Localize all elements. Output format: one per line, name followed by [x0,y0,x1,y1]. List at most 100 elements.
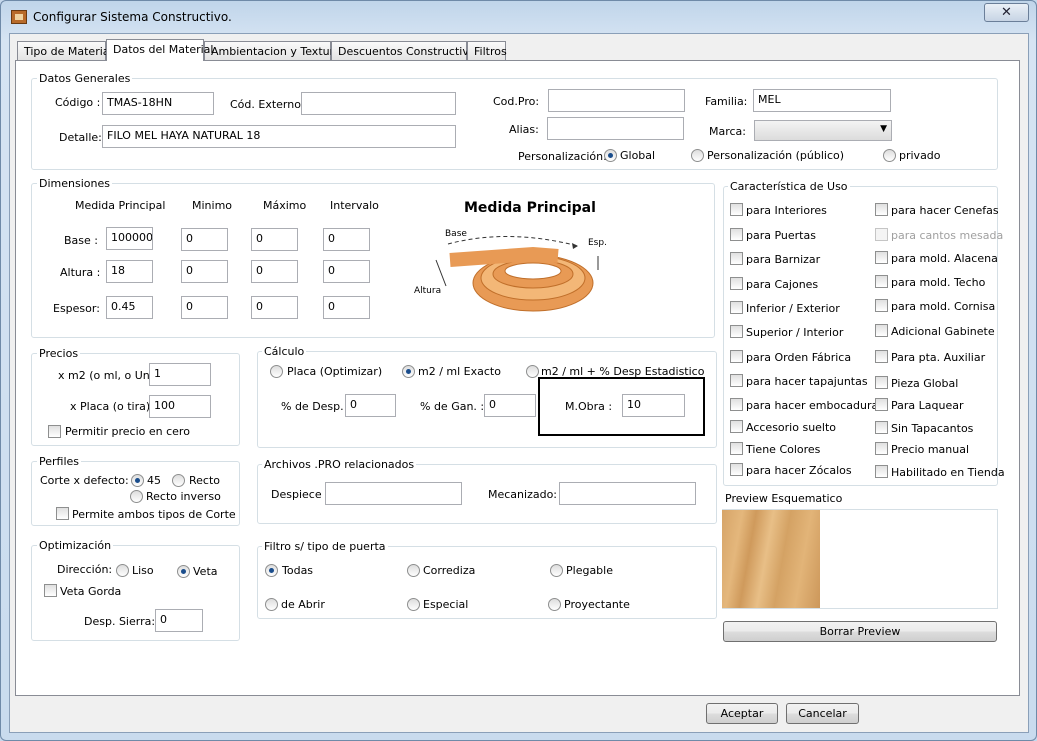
calculo-m2-exacto-radio[interactable] [402,365,415,378]
desp-label: % de Desp. : [281,400,351,413]
filtro-puerta-title: Filtro s/ tipo de puerta [262,540,388,553]
mecanizado-input[interactable] [559,482,696,505]
tab-descuentos[interactable]: Descuentos Constructivos [331,41,481,60]
puerta-corrediza-label: Corrediza [423,564,476,577]
uso-checkbox-right-0[interactable] [875,203,888,216]
corte-45-radio[interactable] [131,474,144,487]
espesor-label: Espesor: [53,302,100,315]
uso-label-left-8: para hacer embocaduras [746,399,884,412]
uso-label-left-4: Inferior / Exterior [746,302,840,315]
direccion-liso-radio[interactable] [116,564,129,577]
precio-placa-input[interactable]: 100 [149,395,211,418]
uso-checkbox-left-7[interactable] [730,374,743,387]
uso-checkbox-left-3[interactable] [730,277,743,290]
espesor-medida-input[interactable]: 0.45 [106,296,153,319]
uso-checkbox-right-10[interactable] [875,442,888,455]
puerta-especial-label: Especial [423,598,469,611]
espesor-maximo-input[interactable]: 0 [251,296,298,319]
altura-medida-input[interactable]: 18 [106,260,153,283]
pers-global-label: Global [620,149,656,162]
pers-publico-radio[interactable] [691,149,704,162]
direccion-veta-radio[interactable] [177,565,190,578]
calculo-placa-radio[interactable] [270,365,283,378]
corte-defecto-label: Corte x defecto: [40,474,129,487]
altura-minimo-input[interactable]: 0 [181,260,228,283]
uso-checkbox-left-8[interactable] [730,398,743,411]
base-maximo-input[interactable]: 0 [251,228,298,251]
uso-checkbox-right-5[interactable] [875,324,888,337]
uso-checkbox-left-0[interactable] [730,203,743,216]
tab-datos-material[interactable]: Datos del Material [106,39,213,61]
marca-select[interactable]: ▼ [754,120,892,141]
espesor-intervalo-input[interactable]: 0 [323,296,370,319]
puerta-plegable-radio[interactable] [550,564,563,577]
uso-checkbox-right-1[interactable] [875,228,888,241]
uso-checkbox-left-11[interactable] [730,463,743,476]
cod-externo-input[interactable] [301,92,456,115]
uso-checkbox-right-4[interactable] [875,299,888,312]
base-medida-input[interactable]: 100000 [106,227,153,250]
uso-checkbox-left-5[interactable] [730,325,743,338]
uso-checkbox-left-2[interactable] [730,252,743,265]
codpro-input[interactable] [548,89,685,112]
sierra-input[interactable]: 0 [155,609,203,632]
uso-checkbox-left-10[interactable] [730,442,743,455]
veta-gorda-checkbox[interactable] [44,584,57,597]
codigo-input[interactable]: TMAS-18HN [102,92,214,115]
base-minimo-input[interactable]: 0 [181,228,228,251]
base-intervalo-input[interactable]: 0 [323,228,370,251]
codpro-label: Cod.Pro: [493,95,540,108]
corte-recto-inverso-radio[interactable] [130,490,143,503]
uso-label-right-1: para cantos mesada [891,229,1004,242]
puerta-proyectante-radio[interactable] [548,598,561,611]
uso-checkbox-left-1[interactable] [730,228,743,241]
uso-checkbox-right-11[interactable] [875,465,888,478]
uso-label-left-9: Accesorio suelto [746,421,837,434]
despiece-input[interactable] [325,482,462,505]
corte-recto-radio[interactable] [172,474,185,487]
desp-input[interactable]: 0 [345,394,396,417]
alias-input[interactable] [547,117,684,140]
uso-label-right-11: Habilitado en Tienda [891,466,1005,479]
pers-global-radio[interactable] [604,149,617,162]
puerta-corrediza-radio[interactable] [407,564,420,577]
familia-input[interactable]: MEL [753,89,891,112]
mobra-input[interactable]: 10 [622,394,685,417]
puerta-todas-radio[interactable] [265,564,278,577]
detalle-input[interactable]: FILO MEL HAYA NATURAL 18 [102,125,456,148]
precio-m2-input[interactable]: 1 [149,363,211,386]
tab-tipo-material[interactable]: Tipo de Material [17,41,113,60]
cancelar-button[interactable]: Cancelar [786,703,859,724]
uso-checkbox-left-4[interactable] [730,301,743,314]
uso-checkbox-right-8[interactable] [875,398,888,411]
aceptar-button[interactable]: Aceptar [706,703,778,724]
puerta-especial-radio[interactable] [407,598,420,611]
medida-principal-image: Medida Principal Base Altura Esp. [388,198,681,320]
tab-ambientacion[interactable]: Ambientacion y Texturas [204,41,347,60]
tab-filtros[interactable]: Filtros [467,41,507,60]
uso-checkbox-right-9[interactable] [875,421,888,434]
uso-label-right-0: para hacer Cenefas [891,204,999,217]
pers-privado-radio[interactable] [883,149,896,162]
ambos-cortes-checkbox[interactable] [56,507,69,520]
precio-cero-checkbox[interactable] [48,425,61,438]
puerta-de-abrir-radio[interactable] [265,598,278,611]
despiece-label: Despiece : [271,488,329,501]
uso-label-left-11: para hacer Zócalos [746,464,852,477]
espesor-minimo-input[interactable]: 0 [181,296,228,319]
borrar-preview-button[interactable]: Borrar Preview [723,621,997,642]
precio-cero-label: Permitir precio en cero [65,425,190,438]
close-button[interactable]: ✕ [984,3,1029,22]
gan-input[interactable]: 0 [484,394,536,417]
uso-checkbox-left-6[interactable] [730,350,743,363]
uso-checkbox-right-2[interactable] [875,251,888,264]
uso-checkbox-left-9[interactable] [730,420,743,433]
altura-maximo-input[interactable]: 0 [251,260,298,283]
uso-checkbox-right-7[interactable] [875,376,888,389]
direccion-label: Dirección: [57,563,113,576]
uso-checkbox-right-3[interactable] [875,275,888,288]
filtro-puerta-group [257,546,717,619]
puerta-todas-label: Todas [282,564,314,577]
uso-checkbox-right-6[interactable] [875,350,888,363]
altura-intervalo-input[interactable]: 0 [323,260,370,283]
